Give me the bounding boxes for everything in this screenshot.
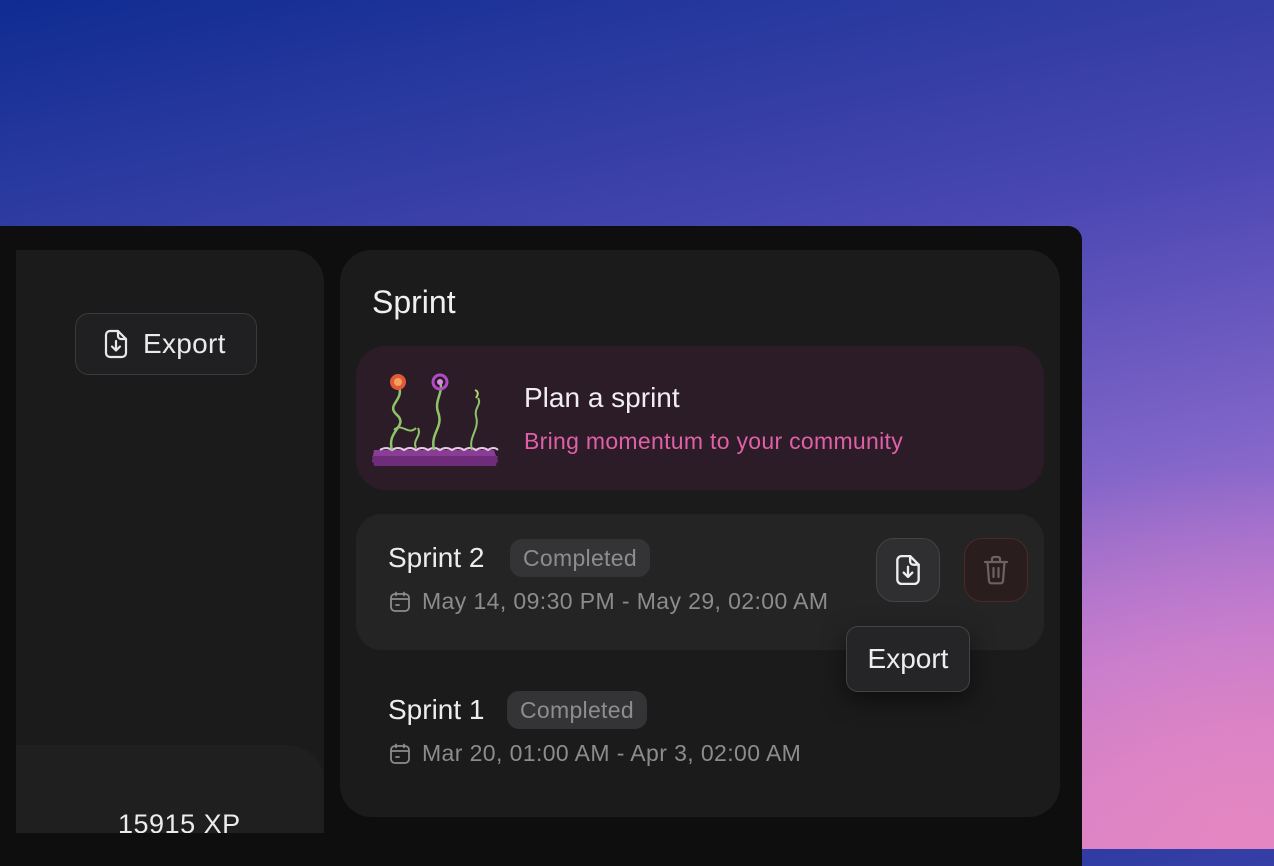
plan-card-title: Plan a sprint	[524, 382, 680, 413]
sprint-date-range: Mar 20, 01:00 AM - Apr 3, 02:00 AM	[422, 740, 802, 766]
sprout-illustration	[372, 373, 499, 466]
export-button-label: Export	[143, 328, 226, 359]
plan-sprint-card[interactable]: Plan a sprint Bring momentum to your com…	[356, 346, 1044, 490]
xp-card: 15915 XP	[16, 745, 324, 833]
sprint-date-range: May 14, 09:30 PM - May 29, 02:00 AM	[422, 588, 829, 614]
status-badge: Completed	[510, 539, 650, 577]
export-button[interactable]: Export	[75, 313, 257, 375]
sprint-name: Sprint 1	[388, 694, 485, 725]
delete-sprint-button[interactable]	[964, 538, 1028, 602]
sprint-dates: Mar 20, 01:00 AM - Apr 3, 02:00 AM	[388, 740, 801, 767]
plan-card-subtitle: Bring momentum to your community	[524, 428, 904, 454]
trash-icon	[983, 555, 1009, 585]
file-download-icon	[104, 329, 128, 359]
left-panel: Export 15915 XP	[16, 250, 324, 833]
sprint-name: Sprint 2	[388, 542, 485, 573]
calendar-icon	[390, 743, 410, 764]
xp-value: 15915 XP	[118, 809, 241, 833]
sprint-dates: May 14, 09:30 PM - May 29, 02:00 AM	[388, 588, 828, 615]
app-window: Export 15915 XP Sprint Plan a sprint Bri…	[0, 226, 1082, 866]
file-download-icon	[896, 554, 920, 586]
status-badge: Completed	[507, 691, 647, 729]
sprint-panel: Sprint Plan a sprint Bring momentum to y…	[340, 250, 1060, 817]
export-tooltip: Export	[846, 626, 970, 692]
calendar-icon	[390, 591, 410, 612]
page-title: Sprint	[372, 284, 456, 320]
export-sprint-button[interactable]	[876, 538, 940, 602]
